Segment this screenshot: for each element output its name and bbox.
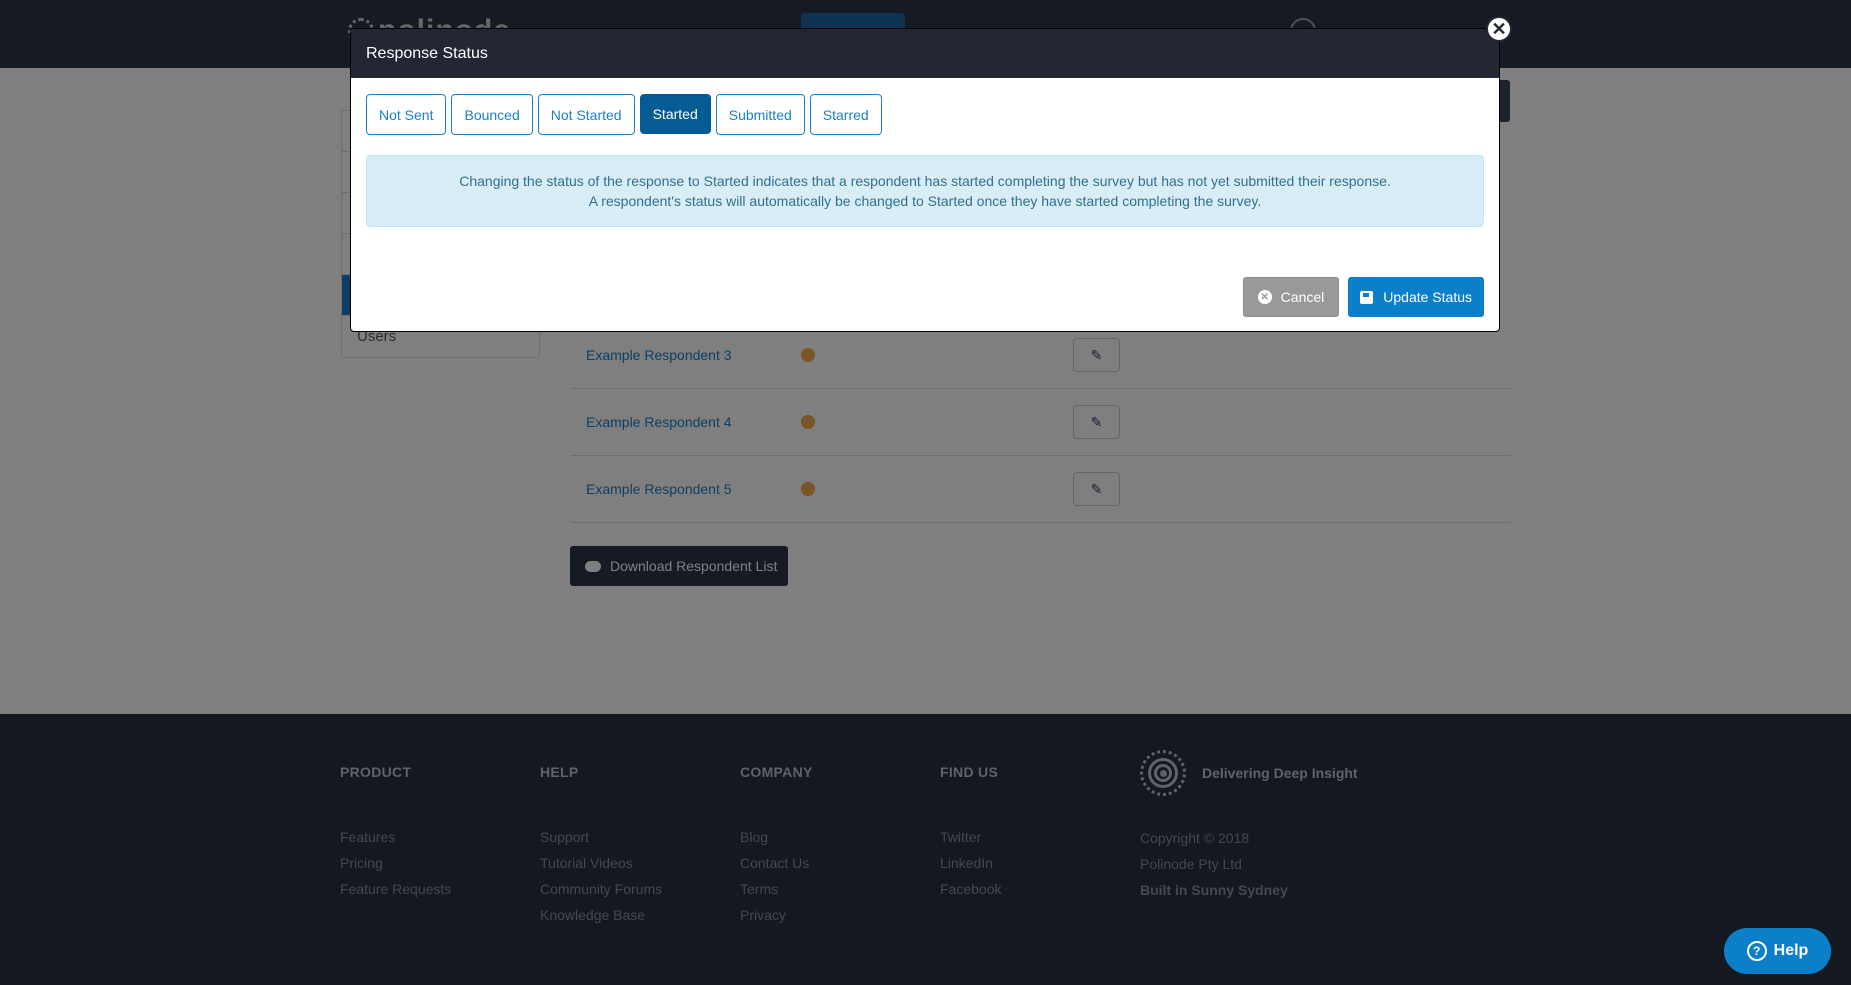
status-bounced-button[interactable]: Bounced [451,94,533,135]
help-label: Help [1773,942,1809,959]
status-submitted-button[interactable]: Submitted [715,94,805,135]
status-button-group: Not Sent Bounced Not Started Started Sub… [366,94,882,135]
save-icon [1360,290,1374,304]
modal-footer: ✕ Cancel Update Status [1242,277,1484,317]
modal-title: Response Status [366,44,488,62]
update-status-button[interactable]: Update Status [1348,277,1484,317]
status-not-sent-button[interactable]: Not Sent [366,94,447,135]
status-info-alert: Changing the status of the response to S… [366,155,1484,227]
status-not-started-button[interactable]: Not Started [537,94,635,135]
question-circle-icon: ? [1746,941,1767,961]
response-status-modal: Response Status ✕ Not Sent Bounced Not S… [350,16,1512,332]
help-button[interactable]: ? Help [1724,928,1831,974]
close-icon: ✕ [1491,19,1507,39]
update-label: Update Status [1383,289,1472,305]
cancel-label: Cancel [1280,289,1325,305]
modal-header: Response Status [351,29,1499,78]
modal-close-button[interactable]: ✕ [1486,16,1512,42]
info-line: A respondent's status will automatically… [588,193,1262,209]
info-line: Changing the status of the response to S… [459,173,1391,189]
cancel-button[interactable]: ✕ Cancel [1242,277,1340,317]
status-started-button[interactable]: Started [639,94,711,134]
times-circle-icon: ✕ [1257,290,1272,304]
status-starred-button[interactable]: Starred [809,94,882,135]
